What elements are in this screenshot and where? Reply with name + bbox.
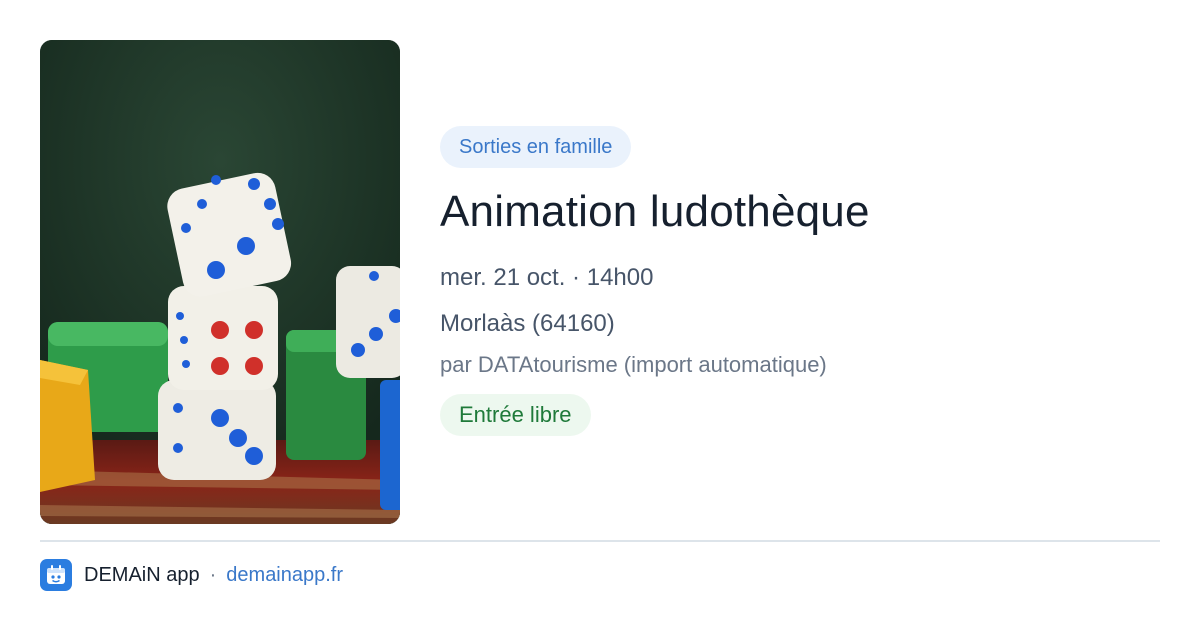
event-datetime: mer. 21 oct. · 14h00: [440, 264, 654, 291]
event-title: Animation ludothèque: [440, 187, 870, 236]
price-badge: Entrée libre: [440, 394, 591, 436]
event-source: par DATAtourisme (import automatique): [440, 352, 827, 377]
event-details: Sorties en famille Animation ludothèque …: [440, 126, 1160, 436]
category-badge[interactable]: Sorties en famille: [440, 126, 632, 168]
footer-divider: [40, 540, 1160, 542]
event-location: Morlaàs (64160): [440, 310, 615, 337]
demain-logo-icon: [40, 559, 72, 591]
app-url-link[interactable]: demainapp.fr: [226, 564, 343, 587]
footer: DEMAiN app · demainapp.fr: [40, 558, 343, 592]
app-name: DEMAiN app: [84, 563, 200, 586]
event-image: [40, 40, 400, 524]
footer-separator: ·: [209, 563, 217, 586]
